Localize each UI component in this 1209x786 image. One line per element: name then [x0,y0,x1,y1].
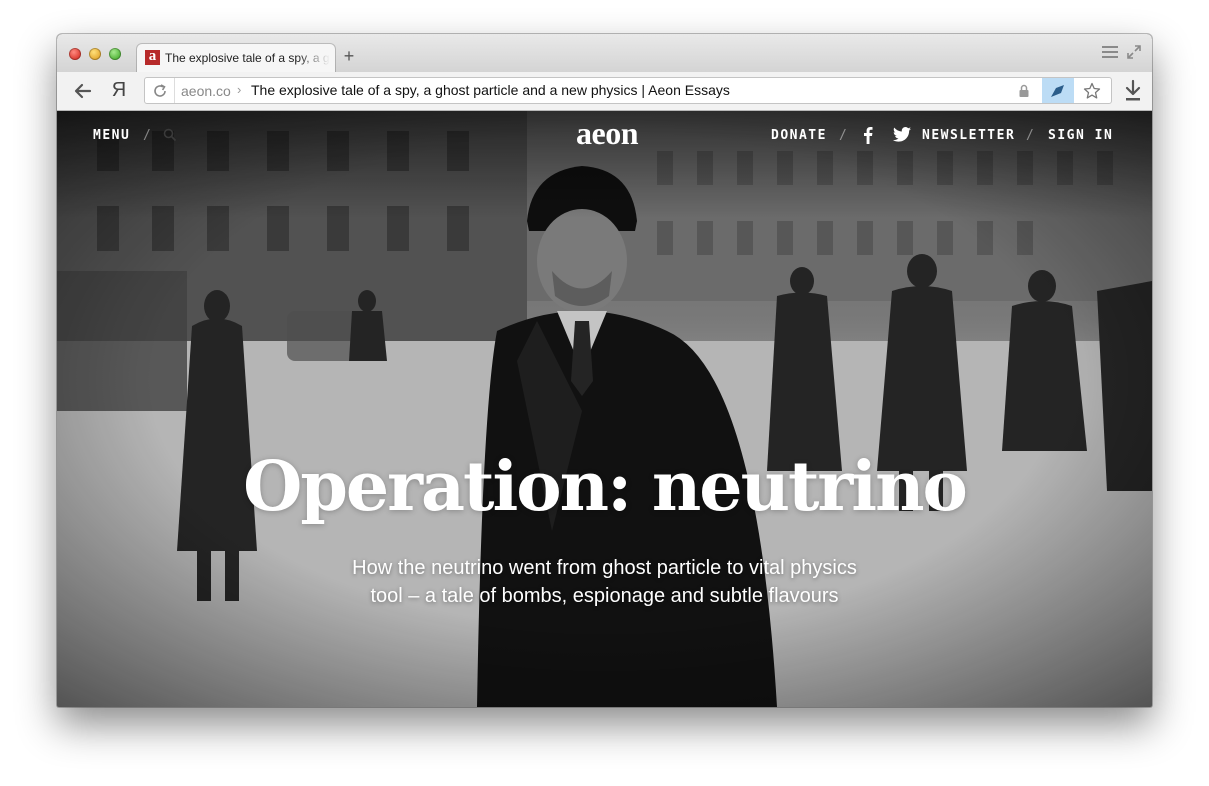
hero-photo [57,111,1152,707]
new-tab-button[interactable]: + [341,46,357,66]
search-icon[interactable] [163,128,177,142]
facebook-icon[interactable] [863,126,873,144]
close-window-button[interactable] [69,48,81,60]
address-domain: aeon.co [181,83,231,99]
address-chevron: › [237,82,242,97]
nav-separator: / [143,128,151,143]
bookmark-star-icon[interactable] [1083,82,1101,100]
download-icon[interactable] [1123,79,1143,103]
address-bar[interactable]: aeon.co › The explosive tale of a spy, a… [144,77,1112,104]
browser-toolbar: Я aeon.co › The explosive tale of a spy,… [57,72,1152,111]
article-standfirst: How the neutrino went from ghost particl… [352,557,857,607]
back-arrow-icon[interactable] [73,81,93,101]
tab-strip: a The explosive tale of a spy, a ghost p… [57,34,1152,72]
reload-icon[interactable] [152,83,168,99]
article-hero: MENU / aeon DONATE / NEWSLETTER / SIGN I… [57,111,1152,707]
twitter-icon[interactable] [893,127,911,142]
donate-link[interactable]: DONATE [771,128,827,144]
address-divider [174,78,175,103]
sign-in-link[interactable]: SIGN IN [1048,128,1113,144]
browser-window: a The explosive tale of a spy, a ghost p… [57,34,1152,707]
lock-icon[interactable] [1018,84,1030,98]
turbo-mode-button[interactable] [1042,78,1074,103]
nav-separator: / [1026,128,1034,143]
browser-menu-icon[interactable] [1102,46,1118,60]
yandex-icon[interactable]: Я [111,79,127,101]
tab-title: The explosive tale of a spy, a ghost par… [165,51,330,65]
aeon-favicon-icon: a [145,49,160,65]
zoom-window-button[interactable] [109,48,121,60]
address-page-title: The explosive tale of a spy, a ghost par… [251,82,730,98]
rocket-icon [1051,85,1064,97]
nav-separator: / [839,128,847,143]
tab-aeon-essay[interactable]: a The explosive tale of a spy, a ghost p… [137,44,335,72]
aeon-logo[interactable]: aeon [567,115,647,151]
menu-link[interactable]: MENU [93,128,130,144]
article-headline: Operation: neutrino [243,447,968,527]
minimize-window-button[interactable] [89,48,101,60]
newsletter-link[interactable]: NEWSLETTER [922,128,1015,144]
fullscreen-icon[interactable] [1126,44,1142,60]
